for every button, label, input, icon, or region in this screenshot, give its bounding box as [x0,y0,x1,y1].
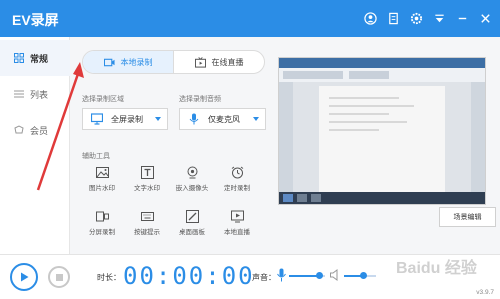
screen-preview-image [279,58,485,204]
microphone-icon[interactable] [277,268,286,282]
speaker-volume-knob[interactable] [359,272,367,279]
grid-icon [14,53,24,63]
sidebar: 常规 列表 会员 [0,37,70,254]
list-icon [14,90,24,98]
app-title: EV录屏 [12,12,59,28]
tools-label: 辅助工具 [82,153,110,160]
dropdown-menu-icon[interactable] [432,11,446,25]
live-icon [194,56,206,68]
mic-volume-knob[interactable] [316,272,324,279]
stop-record-button[interactable] [48,266,70,288]
minimize-icon[interactable] [455,11,469,25]
watermark-logo: Baidu 经验 [396,260,477,277]
record-audio-label: 选择录制音频 [179,96,221,103]
video-icon [103,58,115,66]
sidebar-item-general[interactable]: 常规 [0,40,70,76]
sidebar-item-member[interactable]: 会员 [0,112,70,148]
sidebar-item-label: 列表 [30,89,49,100]
main-panel: 本地录制 在线直播 选择录制区域 全屏录制 选择录制音频 仅麦克风 辅助工具 图… [70,37,500,254]
sidebar-item-list[interactable]: 列表 [0,76,70,112]
duration-label: 时长： [97,273,121,282]
tool-split-screen[interactable]: 分屏录制 [80,210,124,244]
tool-local-live[interactable]: 本地直播 [215,210,259,244]
close-icon[interactable] [478,11,492,25]
tool-text-watermark[interactable]: 文字水印 [125,166,169,200]
record-mode-tabs: 本地录制 在线直播 [82,50,265,74]
monitor-icon [91,113,103,125]
user-icon[interactable] [363,11,377,25]
split-screen-icon [95,211,109,222]
sidebar-item-label: 常规 [30,53,49,64]
microphone-icon [189,113,199,125]
tab-local-record[interactable]: 本地录制 [83,51,174,73]
sidebar-item-label: 会员 [30,125,49,136]
image-icon [95,167,109,178]
tool-embed-camera[interactable]: 嵌入摄像头 [170,166,214,200]
record-area-label: 选择录制区域 [82,96,124,103]
tool-scheduled-record[interactable]: 定时录制 [215,166,259,200]
mic-volume-fill [289,275,320,277]
keyboard-icon [140,212,154,221]
webcam-icon [187,166,197,179]
scene-edit-button[interactable]: 场景编辑 [439,207,496,227]
tool-key-hint[interactable]: 按键提示 [125,210,169,244]
record-area-select[interactable]: 全屏录制 [82,108,168,130]
text-icon [140,166,154,179]
settings-icon[interactable] [409,11,423,25]
chevron-down-icon [253,117,259,121]
play-screen-icon [230,210,244,223]
member-icon [14,125,24,134]
speaker-icon[interactable] [330,269,341,281]
tool-image-watermark[interactable]: 图片水印 [80,166,124,200]
title-bar: EV录屏 [0,0,500,37]
alarm-icon [231,166,243,179]
file-icon[interactable] [386,11,400,25]
volume-label: 声音： [252,273,276,282]
play-icon [21,272,29,282]
record-timer: 00:00:00 [123,262,255,290]
screen-preview [278,57,486,205]
tab-online-live[interactable]: 在线直播 [174,51,264,73]
start-record-button[interactable] [10,263,38,291]
record-audio-select[interactable]: 仅麦克风 [179,108,266,130]
stop-icon [55,273,63,281]
pen-icon [185,210,199,223]
version-label: v3.9.7 [476,289,494,296]
chevron-down-icon [155,117,161,121]
tool-desktop-drawing[interactable]: 桌面画板 [170,210,214,244]
